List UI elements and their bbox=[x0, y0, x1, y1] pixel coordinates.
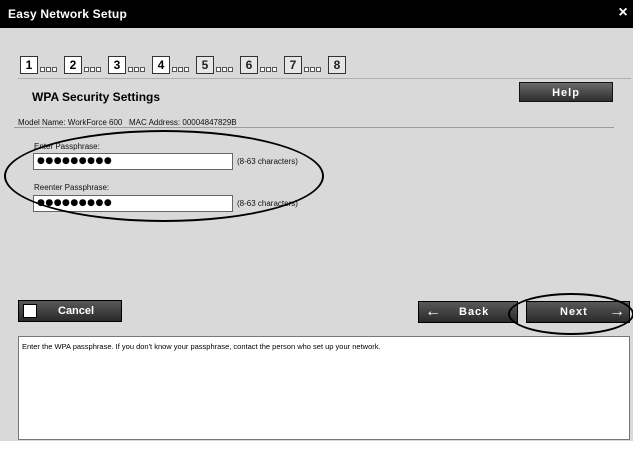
step-number: 1 bbox=[20, 56, 38, 74]
close-icon[interactable]: × bbox=[615, 4, 631, 22]
divider bbox=[14, 127, 614, 128]
step-number: 5 bbox=[196, 56, 214, 74]
message-area: Enter the WPA passphrase. If you don't k… bbox=[18, 336, 630, 440]
step-progress-dots bbox=[128, 67, 146, 73]
help-button[interactable]: Help bbox=[519, 82, 613, 102]
device-info: Model Name: WorkForce 600 MAC Address: 0… bbox=[18, 118, 237, 127]
cancel-button-label: Cancel bbox=[58, 305, 95, 317]
step-6: 6 bbox=[240, 56, 278, 74]
step-progress-dots bbox=[84, 67, 102, 73]
step-3: 3 bbox=[108, 56, 146, 74]
step-number: 8 bbox=[328, 56, 346, 74]
step-number: 2 bbox=[64, 56, 82, 74]
step-progress-dots bbox=[304, 67, 322, 73]
back-button-label: Back bbox=[459, 306, 490, 318]
easy-network-setup-window: Easy Network Setup × 1 2 3 4 5 6 7 8 WPA… bbox=[0, 0, 633, 451]
highlight-ellipse bbox=[4, 130, 324, 222]
step-progress-dots bbox=[216, 67, 234, 73]
back-arrow-icon: ← bbox=[425, 303, 441, 320]
step-progress-dots bbox=[260, 67, 278, 73]
section-title: WPA Security Settings bbox=[32, 90, 161, 104]
step-progress-dots bbox=[40, 67, 58, 73]
step-8: 8 bbox=[328, 56, 346, 74]
step-number: 4 bbox=[152, 56, 170, 74]
step-4: 4 bbox=[152, 56, 190, 74]
back-button[interactable]: ← Back bbox=[418, 301, 518, 323]
step-indicator: 1 2 3 4 5 6 7 8 bbox=[20, 52, 352, 74]
step-progress-dots bbox=[172, 67, 190, 73]
bottom-strip bbox=[0, 441, 633, 451]
step-number: 7 bbox=[284, 56, 302, 74]
model-name: Model Name: WorkForce 600 bbox=[18, 118, 123, 127]
step-number: 3 bbox=[108, 56, 126, 74]
title-bar: Easy Network Setup × bbox=[0, 0, 633, 28]
step-5: 5 bbox=[196, 56, 234, 74]
step-7: 7 bbox=[284, 56, 322, 74]
step-number: 6 bbox=[240, 56, 258, 74]
window-title: Easy Network Setup bbox=[8, 7, 127, 21]
step-1: 1 bbox=[20, 56, 58, 74]
cancel-button[interactable]: Cancel bbox=[18, 300, 122, 322]
next-highlight-ellipse bbox=[508, 293, 633, 335]
checkbox-icon bbox=[23, 304, 37, 318]
step-2: 2 bbox=[64, 56, 102, 74]
mac-address: MAC Address: 00004847829B bbox=[129, 118, 237, 127]
instruction-text: Enter the WPA passphrase. If you don't k… bbox=[22, 342, 381, 351]
